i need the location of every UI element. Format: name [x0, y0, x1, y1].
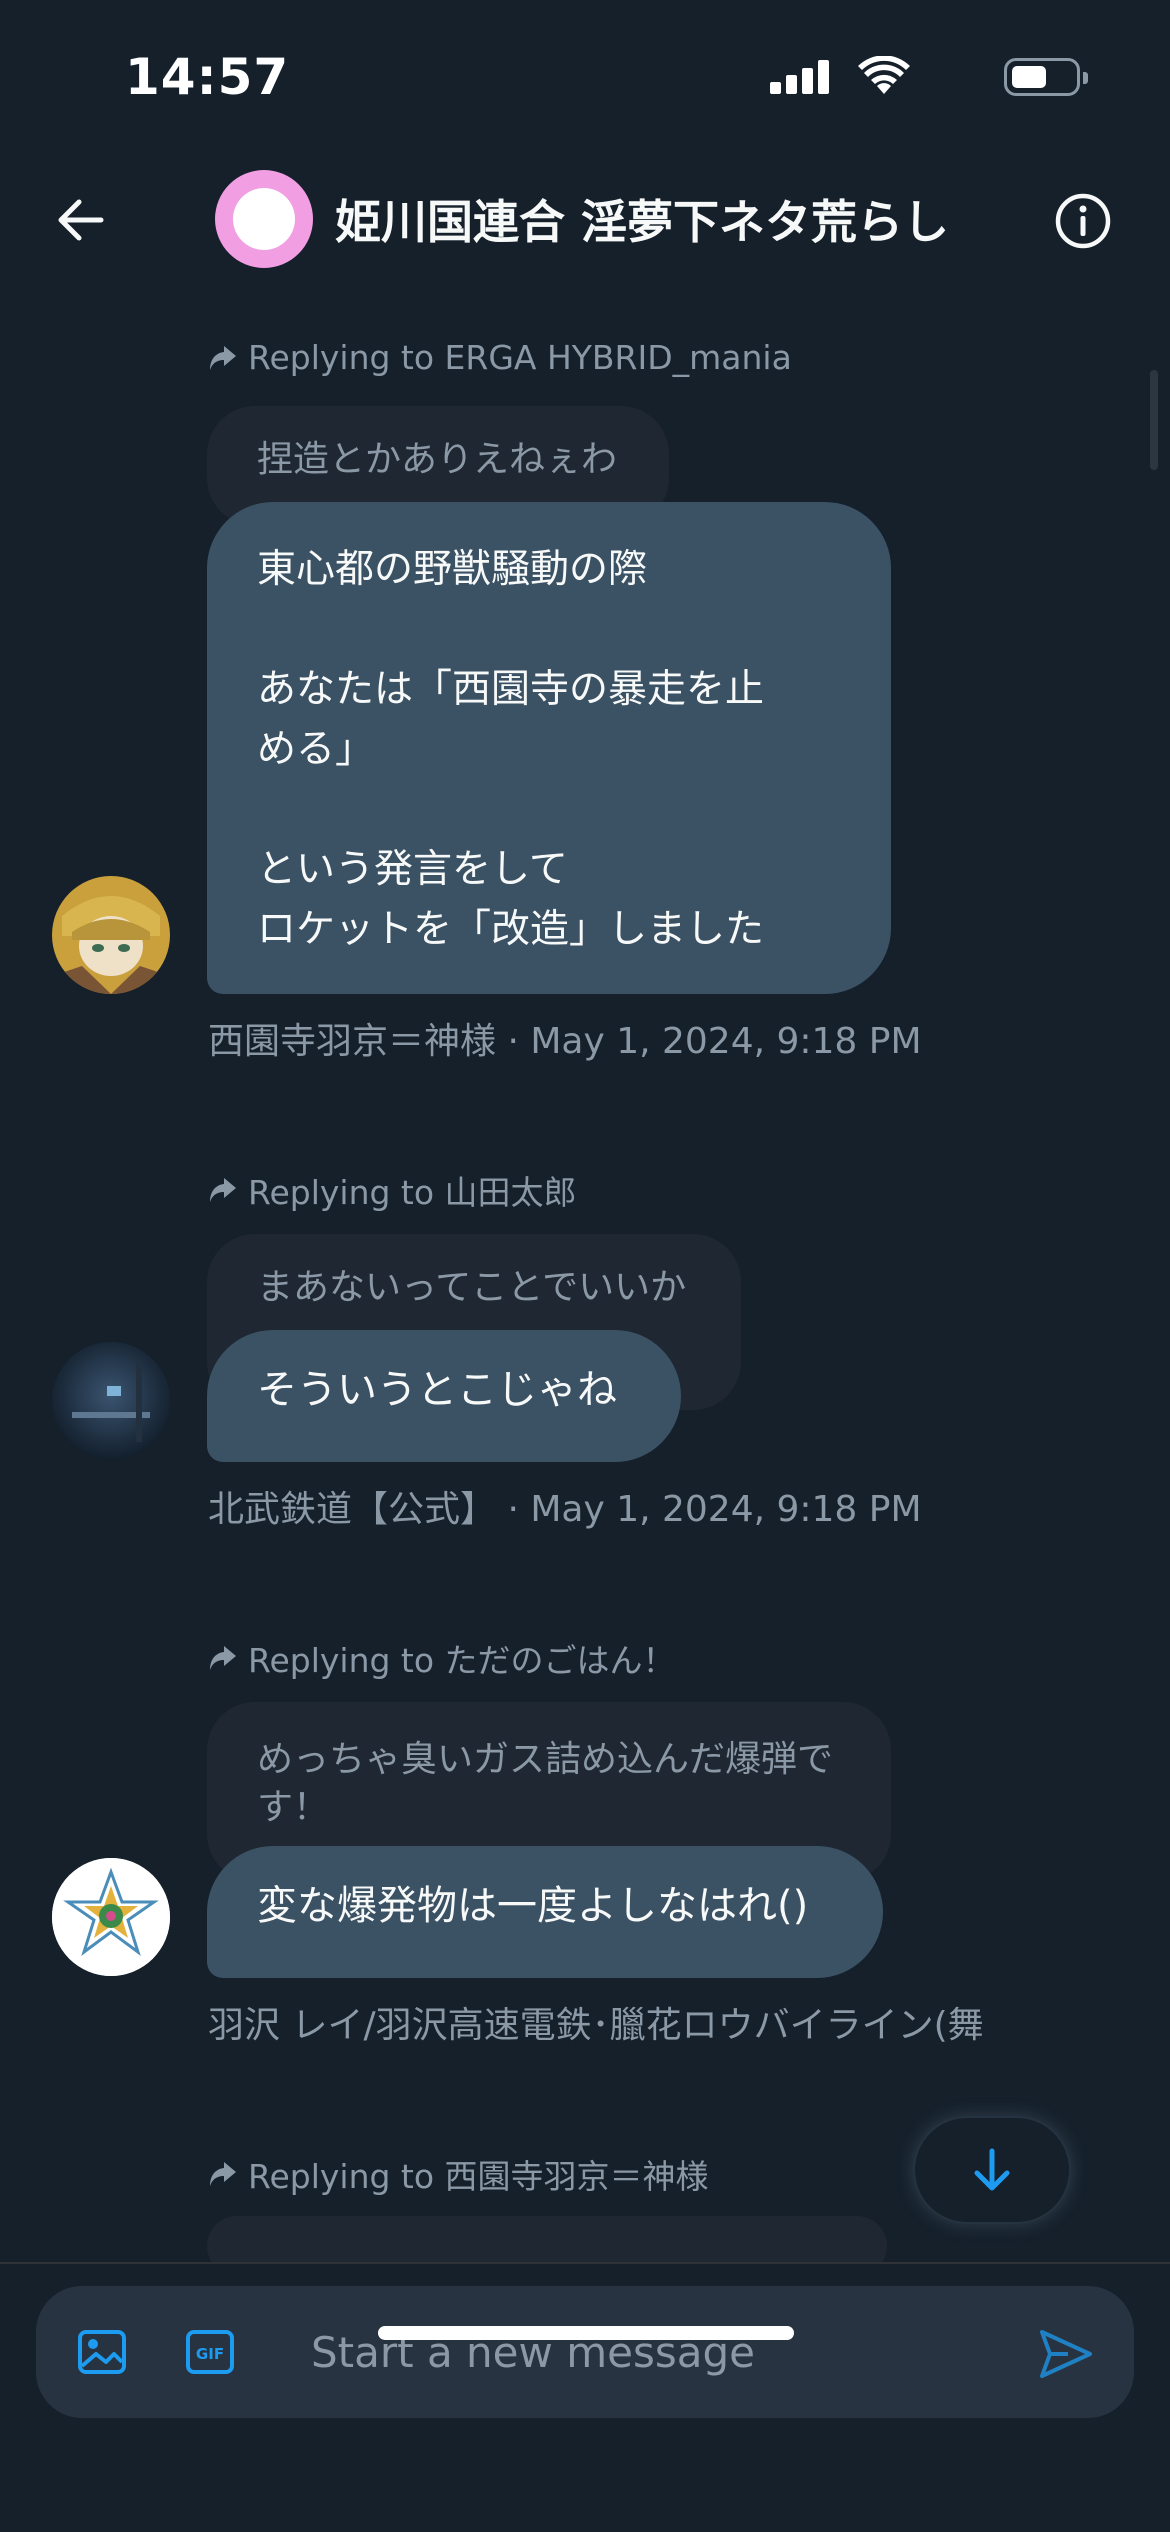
- scroll-to-bottom-button[interactable]: [913, 2116, 1071, 2224]
- avatar[interactable]: [52, 876, 170, 994]
- arrow-left-icon: [58, 199, 104, 241]
- info-circle-icon[interactable]: [1054, 192, 1112, 250]
- message-meta: 北武鉄道【公式】 · May 1, 2024, 9:18 PM: [208, 1489, 922, 1530]
- status-icons: [670, 52, 1090, 102]
- status-time: 14:57: [125, 48, 290, 106]
- arrow-down-icon: [974, 2148, 1010, 2191]
- group-avatar[interactable]: [215, 170, 313, 268]
- message-meta: 羽沢 レイ/羽沢高速電鉄･臘花ロウバイライン(舞: [208, 2005, 984, 2046]
- status-bar: 14:57: [0, 0, 1170, 150]
- message-bubble[interactable]: そういうとこじゃね: [207, 1330, 681, 1462]
- avatar[interactable]: [52, 1858, 170, 1976]
- send-icon[interactable]: [1038, 2326, 1094, 2382]
- message-bubble[interactable]: 東心都の野獣騒動の際 あなたは「西園寺の暴走を止 める」 という発言をして ロケ…: [207, 502, 891, 994]
- conversation-header: 姫川国連合 淫夢下ネタ荒らし: [0, 150, 1170, 290]
- reply-arrow-icon: [210, 1646, 236, 1670]
- replying-to-label: Replying to ただのごはん！: [208, 1634, 676, 1682]
- wifi-icon: [858, 56, 910, 94]
- composer-area: GIF: [0, 2262, 1170, 2532]
- reply-arrow-icon: [210, 2162, 236, 2186]
- scroll-indicator[interactable]: [1150, 370, 1158, 470]
- reply-arrow-icon: [210, 1178, 236, 1202]
- home-indicator[interactable]: [378, 2326, 794, 2340]
- battery-icon: [1004, 58, 1088, 96]
- conversation-title[interactable]: 姫川国連合 淫夢下ネタ荒らし: [335, 186, 949, 252]
- replying-to-label: Replying to 山田太郎: [208, 1166, 577, 1214]
- message-meta: 西園寺羽京＝神様 · May 1, 2024, 9:18 PM: [208, 1021, 922, 1062]
- svg-text:GIF: GIF: [196, 2345, 224, 2363]
- message-bubble[interactable]: 変な爆発物は一度よしなはれ(): [207, 1846, 883, 1978]
- avatar[interactable]: [52, 1342, 170, 1460]
- signal-icon: [770, 60, 830, 94]
- back-button[interactable]: [50, 190, 110, 250]
- image-icon[interactable]: [76, 2326, 128, 2378]
- reply-arrow-icon: [210, 345, 236, 370]
- replying-to-label: Replying to ERGA HYBRID_mania: [208, 338, 792, 377]
- message-composer: GIF: [36, 2286, 1134, 2418]
- gif-icon[interactable]: GIF: [184, 2326, 236, 2378]
- replying-to-label: Replying to 西園寺羽京＝神様: [208, 2150, 709, 2198]
